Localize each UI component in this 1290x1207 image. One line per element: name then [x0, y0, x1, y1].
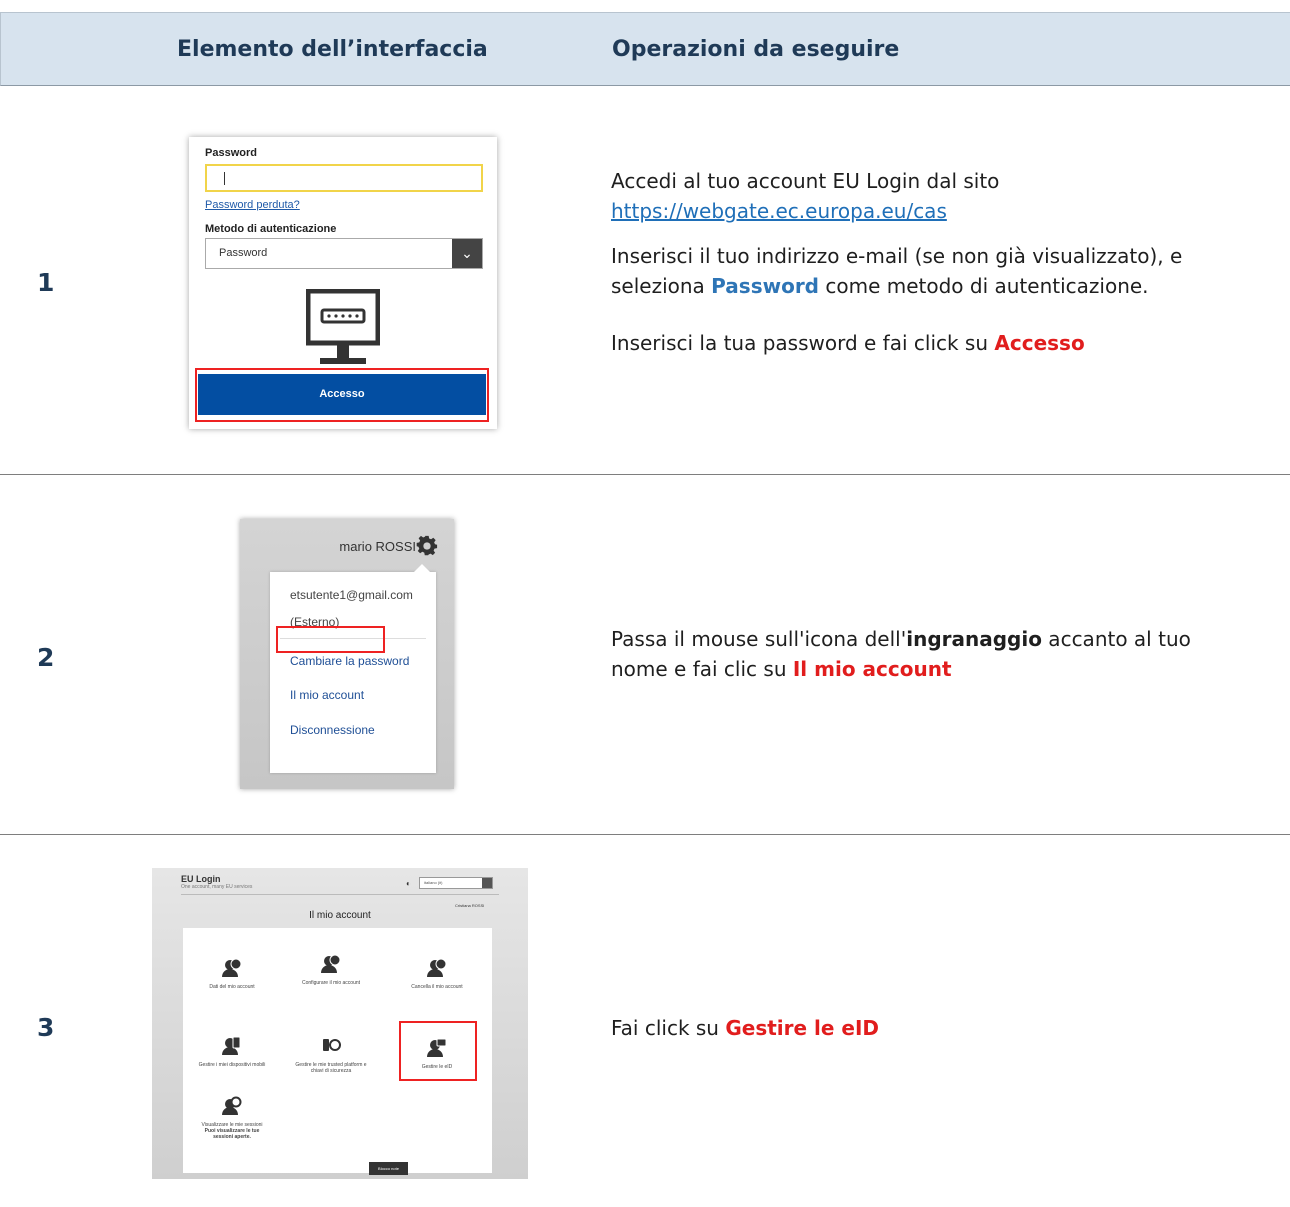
user-name: mario ROSSI — [339, 539, 416, 554]
chevron-down-icon[interactable]: ⌄ — [452, 239, 482, 268]
header-operations: Operazioni da eseguire — [612, 37, 900, 62]
eu-login-tagline: One account, many EU services — [181, 884, 253, 890]
gear-keyword: ingranaggio — [906, 627, 1042, 651]
step-1-text-b1: Inserisci il tuo indirizzo e-mail (se no… — [611, 244, 1183, 268]
header-interface-element: Elemento dell’interfaccia — [177, 37, 488, 62]
highlight-frame — [276, 626, 385, 653]
user-icon — [222, 958, 242, 977]
auth-method-label: Metodo di autenticazione — [205, 223, 337, 235]
chevron-down-icon[interactable] — [482, 878, 492, 888]
password-input[interactable] — [205, 164, 483, 192]
my-account-screenshot: EU Login One account, many EU services ◐… — [152, 868, 528, 1179]
page-title: Il mio account — [309, 910, 371, 921]
user-icon — [222, 1096, 242, 1115]
login-button[interactable]: Accesso — [198, 374, 486, 415]
row-divider — [0, 834, 1290, 835]
user-icon — [222, 1036, 241, 1055]
tile-sessions[interactable]: Visualizzare le mie sessioni Puoi visual… — [194, 1096, 270, 1140]
manage-eid-keyword: Gestire le eID — [725, 1016, 880, 1040]
tile-delete-account[interactable]: Cancella il mio account — [399, 958, 475, 990]
contrast-icon[interactable]: ◐ — [406, 879, 411, 888]
password-keyword: Password — [711, 274, 819, 298]
gear-icon[interactable] — [416, 535, 438, 557]
tile-configure-account[interactable]: Configurare il mio account — [293, 954, 369, 986]
step-1-text-c: Inserisci la tua password e fai click su… — [611, 331, 1085, 355]
row-divider — [0, 474, 1290, 475]
sessions-note: Puoi visualizzare le tue sessioni aperte… — [204, 1128, 260, 1140]
table-header: Elemento dell’interfaccia Operazioni da … — [0, 12, 1290, 86]
highlight-frame — [399, 1021, 477, 1081]
step-number-3: 3 — [37, 1013, 55, 1042]
language-select[interactable]: italiano (it) — [419, 877, 493, 889]
notepad-button[interactable]: Blocco note — [369, 1162, 408, 1175]
header-divider — [181, 894, 499, 895]
auth-method-value: Password — [219, 247, 268, 259]
menu-item-my-account[interactable]: Il mio account — [290, 688, 364, 702]
step-2-text-b: nome e fai clic su Il mio account — [611, 657, 952, 681]
key-icon — [323, 1039, 341, 1051]
lost-password-link[interactable]: Password perduta? — [205, 199, 300, 211]
tile-trusted-platforms[interactable]: Gestire le mie trusted platform e chiavi… — [293, 1036, 369, 1074]
user-name[interactable]: Cristiana ROSSI — [455, 903, 484, 908]
user-dropdown-menu: etsutente1@gmail.com (Esterno) Cambiare … — [270, 564, 436, 773]
step-number-1: 1 — [37, 268, 55, 297]
tile-account-data[interactable]: Dati del mio account — [194, 958, 270, 990]
my-account-keyword: Il mio account — [792, 657, 952, 681]
user-icon — [427, 958, 447, 977]
step-3-description: Fai click su Gestire le eID — [611, 1013, 879, 1043]
login-screenshot: Password Password perduta? Metodo di aut… — [189, 137, 497, 429]
menu-item-logout[interactable]: Disconnessione — [290, 723, 375, 737]
step-1-description: Accedi al tuo account EU Login dal sito … — [611, 166, 1182, 358]
eu-login-brand: EU Login — [181, 874, 221, 884]
user-email: etsutente1@gmail.com — [290, 588, 413, 602]
step-1-text-b2: seleziona Password come metodo di autent… — [611, 274, 1149, 298]
tile-mobile-devices[interactable]: Gestire i miei dispositivi mobili — [194, 1036, 270, 1068]
step-2-text-a: Passa il mouse sull'icona dell'ingranagg… — [611, 627, 1191, 651]
menu-item-change-password[interactable]: Cambiare la password — [290, 654, 409, 668]
monitor-password-icon — [306, 289, 380, 364]
user-menu-screenshot: mario ROSSI etsutente1@gmail.com (Estern… — [240, 519, 454, 789]
auth-method-select[interactable]: Password ⌄ — [205, 238, 483, 269]
eu-login-link[interactable]: https://webgate.ec.europa.eu/cas — [611, 199, 947, 223]
user-icon — [321, 954, 341, 973]
password-label: Password — [205, 147, 257, 159]
accesso-keyword: Accesso — [994, 331, 1085, 355]
step-3-text: Fai click su Gestire le eID — [611, 1016, 880, 1040]
step-1-text-a: Accedi al tuo account EU Login dal sito — [611, 169, 1000, 193]
language-value: italiano (it) — [424, 880, 443, 885]
step-number-2: 2 — [37, 643, 55, 672]
step-2-description: Passa il mouse sull'icona dell'ingranagg… — [611, 624, 1191, 684]
text-caret — [224, 172, 225, 185]
